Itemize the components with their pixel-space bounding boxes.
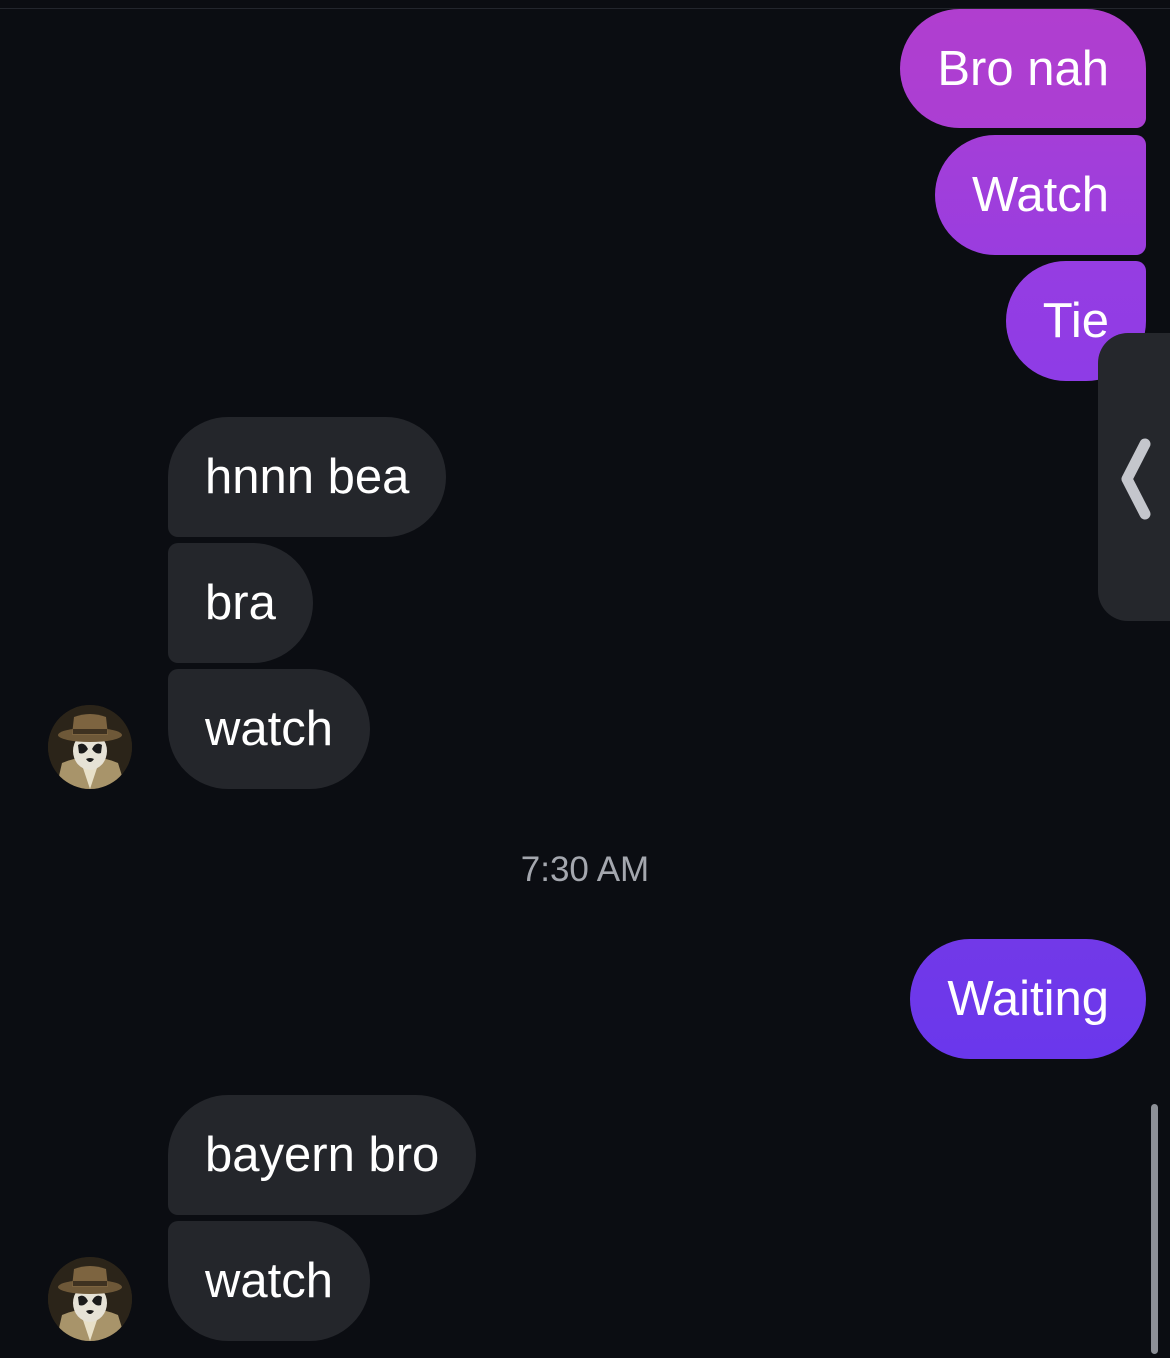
message-text: bayern bro (205, 1128, 440, 1182)
message-text: hnnn bea (205, 450, 410, 504)
message-text: Waiting (947, 972, 1109, 1026)
chat-screen: Bro nah Watch Tie hnnn bea bra watch 7:3… (0, 0, 1170, 1358)
message-text: Watch (971, 168, 1109, 222)
message-timestamp: 7:30 AM (520, 850, 650, 889)
hooded-masked-figure-avatar-icon (48, 1257, 132, 1341)
received-message-bubble[interactable]: watch (168, 669, 371, 789)
sent-message-bubble[interactable]: Waiting (910, 939, 1146, 1059)
hooded-masked-figure-avatar-icon (48, 705, 132, 789)
received-message-bubble[interactable]: bra (168, 543, 313, 663)
sent-message-bubble[interactable]: Bro nah (900, 9, 1146, 128)
scrollbar[interactable] (1151, 1104, 1158, 1354)
contact-avatar[interactable] (48, 1257, 132, 1341)
received-message-bubble[interactable]: bayern bro (168, 1095, 477, 1215)
received-message-bubble[interactable]: watch (168, 1221, 371, 1341)
message-text: bra (205, 576, 276, 630)
chevron-left-icon[interactable] (1117, 438, 1153, 520)
message-text: Bro nah (937, 41, 1109, 96)
sent-message-bubble[interactable]: Watch (934, 135, 1146, 255)
message-text: Tie (1042, 294, 1109, 348)
message-text: watch (205, 702, 334, 756)
message-text: watch (205, 1254, 334, 1308)
received-message-bubble[interactable]: hnnn bea (168, 417, 447, 537)
contact-avatar[interactable] (48, 705, 132, 789)
